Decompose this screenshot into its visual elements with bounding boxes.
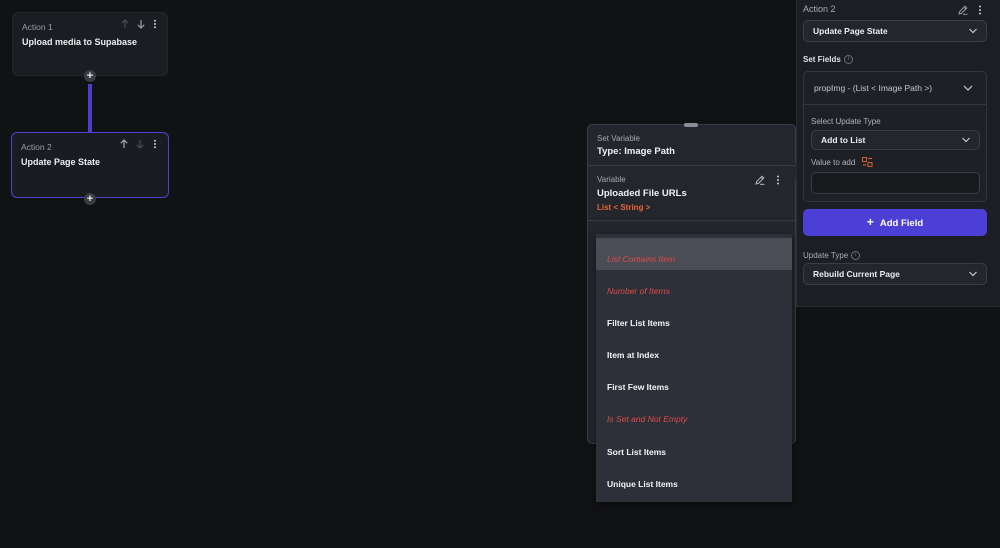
- action-type-value: Update Page State: [813, 26, 888, 36]
- update-type-text: Update Type: [803, 251, 849, 260]
- variable-picker-icon[interactable]: [861, 157, 873, 169]
- chevron-down-icon: [968, 21, 978, 49]
- panel-action-label: Action 2: [803, 4, 836, 14]
- action-card-1[interactable]: Action 1 Upload media to Supabase: [12, 12, 168, 76]
- update-type-label: Update Type i: [803, 251, 861, 261]
- menu-item-list-contains-item[interactable]: List Contains Item: [596, 238, 792, 270]
- add-field-label: Add Field: [879, 218, 924, 229]
- field-select[interactable]: propImg - (List < Image Path >): [804, 72, 986, 105]
- set-fields-text: Set Fields: [803, 55, 841, 64]
- add-action-button-2[interactable]: +: [84, 193, 96, 205]
- action-type-select[interactable]: Update Page State: [803, 20, 987, 42]
- set-fields-label: Set Fields i: [803, 55, 853, 65]
- value-to-add-input[interactable]: [811, 172, 980, 194]
- more-vert-icon[interactable]: [976, 3, 984, 15]
- divider: [588, 220, 795, 221]
- more-vert-icon[interactable]: [774, 173, 782, 185]
- available-options-menu: List Contains Item Number of Items Filte…: [596, 234, 792, 502]
- menu-item-first-few-items[interactable]: First Few Items: [596, 366, 792, 398]
- menu-item-filter-list-items[interactable]: Filter List Items: [596, 302, 792, 334]
- field-config-group: propImg - (List < Image Path >) Select U…: [803, 71, 987, 202]
- chevron-down-icon: [961, 131, 971, 156]
- update-type-value: Add to List: [821, 135, 866, 145]
- action-1-caption: Action 1: [22, 22, 53, 32]
- menu-item-item-at-index[interactable]: Item at Index: [596, 334, 792, 366]
- variable-type-badge: List < String >: [597, 203, 651, 212]
- move-down-icon[interactable]: [135, 19, 147, 31]
- info-icon: i: [851, 251, 861, 261]
- plus-icon: +: [866, 215, 874, 229]
- action-card-2[interactable]: Action 2 Update Page State: [11, 132, 169, 198]
- variable-type-label: Type: Image Path: [597, 146, 675, 157]
- action-2-caption: Action 2: [21, 142, 52, 152]
- edit-icon[interactable]: [754, 173, 766, 185]
- menu-item-is-set-and-not-empty[interactable]: Is Set and Not Empty: [596, 398, 792, 430]
- menu-item-sort-list-items[interactable]: Sort List Items: [596, 431, 792, 463]
- info-icon: i: [843, 55, 853, 65]
- move-down-icon[interactable]: [134, 139, 146, 151]
- add-action-button-1[interactable]: +: [84, 70, 96, 82]
- field-select-value: propImg - (List < Image Path >): [814, 83, 933, 93]
- more-vert-icon[interactable]: [149, 19, 161, 31]
- edit-icon[interactable]: [957, 3, 969, 15]
- action-2-title: Update Page State: [21, 157, 101, 167]
- chevron-down-icon: [968, 264, 978, 292]
- move-up-icon[interactable]: [118, 139, 130, 151]
- menu-item-unique-list-items[interactable]: Unique List Items: [596, 463, 792, 495]
- select-update-type-label: Select Update Type: [811, 117, 881, 126]
- rebuild-select[interactable]: Rebuild Current Page: [803, 263, 987, 285]
- set-variable-label: Set Variable: [597, 134, 640, 143]
- more-vert-icon[interactable]: [149, 139, 161, 151]
- update-type-select[interactable]: Add to List: [811, 130, 980, 150]
- action-1-title: Upload media to Supabase: [22, 37, 138, 47]
- variable-name: Uploaded File URLs: [597, 188, 687, 199]
- flow-connector: [88, 84, 92, 132]
- value-to-add-label: Value to add: [811, 157, 873, 169]
- variable-section[interactable]: Variable Uploaded File URLs List < Strin…: [588, 166, 795, 220]
- move-up-icon[interactable]: [119, 19, 131, 31]
- value-to-add-text: Value to add: [811, 158, 856, 168]
- add-field-button[interactable]: + Add Field: [803, 209, 987, 236]
- set-variable-section: Set Variable Type: Image Path: [588, 125, 795, 166]
- variable-label: Variable: [597, 175, 626, 184]
- rebuild-value: Rebuild Current Page: [813, 269, 900, 279]
- menu-item-number-of-items[interactable]: Number of Items: [596, 270, 792, 302]
- chevron-down-icon: [962, 78, 974, 103]
